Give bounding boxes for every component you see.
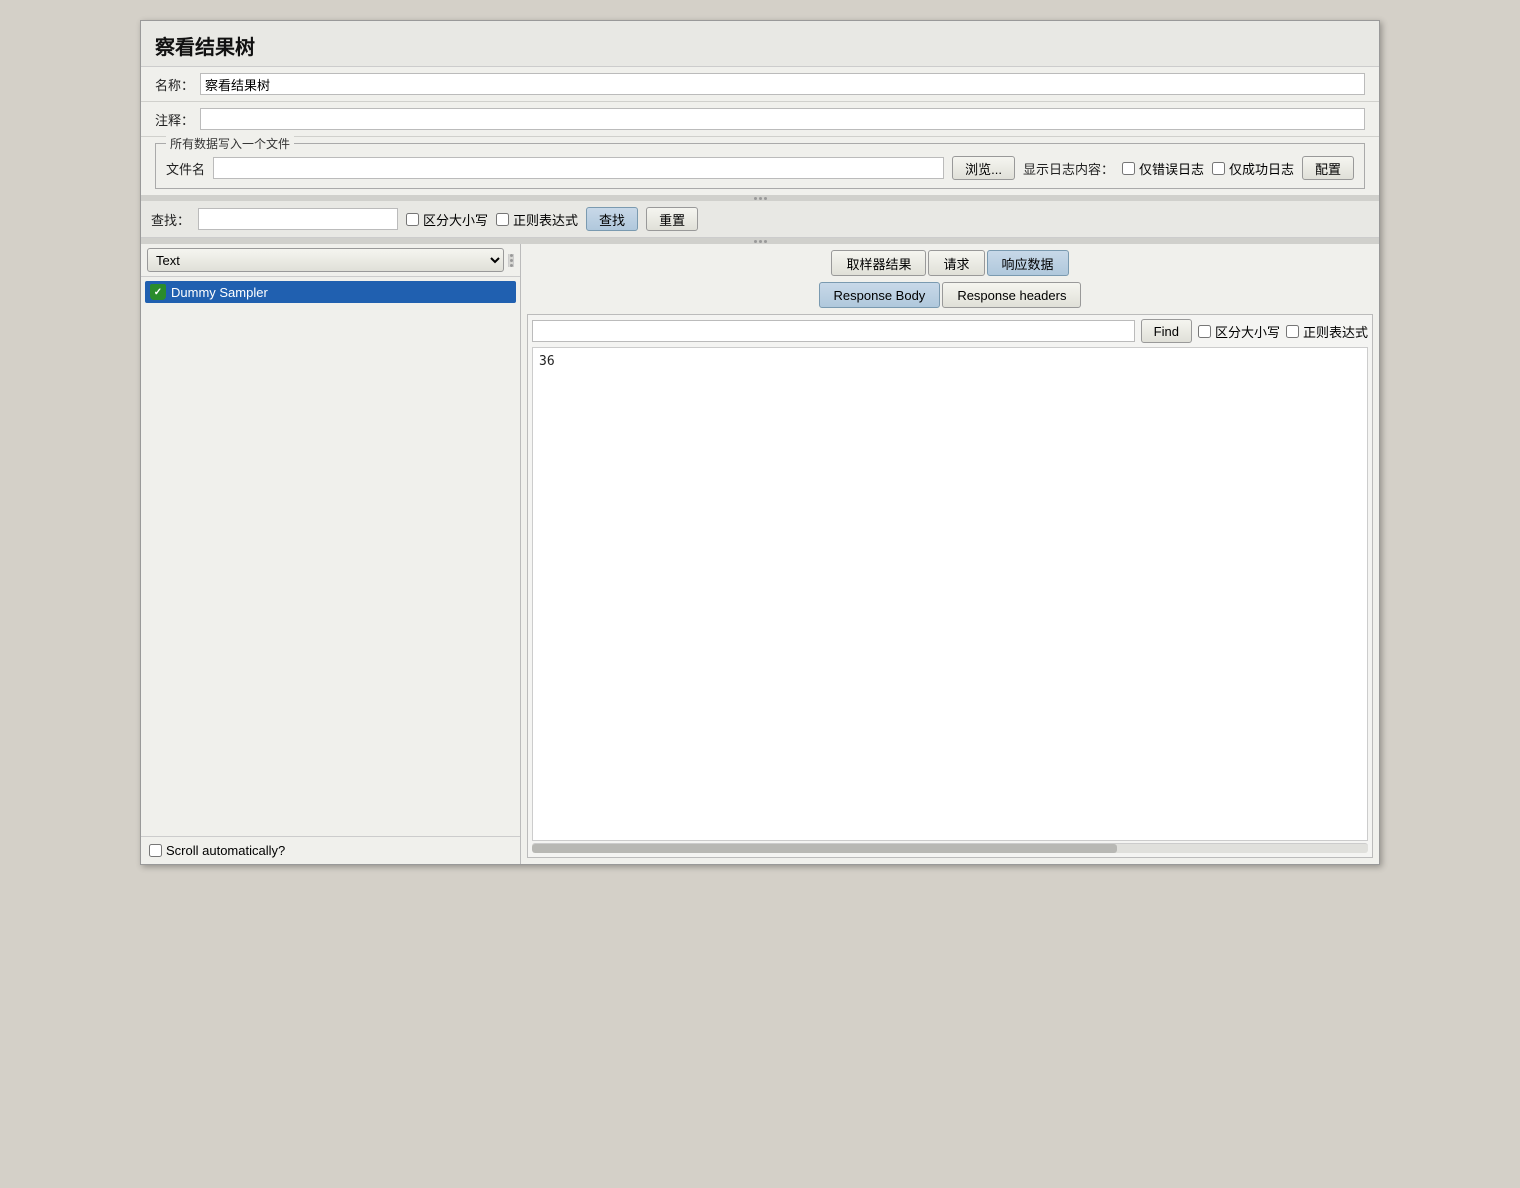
config-button[interactable]: 配置 (1302, 156, 1354, 180)
search-input[interactable] (198, 208, 398, 230)
panel-split-handle[interactable] (508, 254, 514, 267)
horizontal-scrollbar[interactable] (532, 843, 1368, 853)
file-row: 文件名 浏览... 显示日志内容： 仅错误日志 仅成功日志 配置 (166, 152, 1354, 180)
success-log-checkbox[interactable]: 仅成功日志 (1212, 159, 1294, 178)
divider-dot (754, 240, 757, 243)
view-select-wrapper[interactable]: Text HTML JSON XML (147, 248, 504, 272)
case-check[interactable] (406, 213, 419, 226)
file-input[interactable] (213, 157, 944, 179)
browse-button[interactable]: 浏览... (952, 156, 1015, 180)
scroll-auto-check[interactable] (149, 844, 162, 857)
scrollbar-thumb[interactable] (532, 844, 1117, 853)
split-dot (510, 259, 513, 262)
divider-dot (759, 197, 762, 200)
window-title: 察看结果树 (141, 21, 1379, 67)
status-icon (150, 284, 166, 300)
file-group: 所有数据写入一个文件 文件名 浏览... 显示日志内容： 仅错误日志 仅成功日志… (155, 143, 1365, 189)
divider-handle-2 (754, 240, 767, 243)
tab-sampler-result[interactable]: 取样器结果 (831, 250, 926, 276)
search-label: 查找： (151, 210, 190, 229)
scroll-auto-checkbox[interactable]: Scroll automatically? (149, 843, 285, 858)
tree-item[interactable]: Dummy Sampler (145, 281, 516, 303)
regex-checkbox[interactable]: 正则表达式 (496, 210, 578, 229)
divider-dot (764, 197, 767, 200)
window-title-text: 察看结果树 (155, 37, 255, 59)
divider-dot (764, 240, 767, 243)
main-window: 察看结果树 名称： 注释： 所有数据写入一个文件 文件名 浏览... 显示日志内… (140, 20, 1380, 865)
file-label: 文件名 (166, 159, 205, 178)
tree-item-label: Dummy Sampler (171, 285, 268, 300)
scroll-checkbox-row: Scroll automatically? (141, 836, 520, 864)
reset-button[interactable]: 重置 (646, 207, 698, 231)
comment-label: 注释： (155, 110, 194, 129)
right-panel: 取样器结果 请求 响应数据 Response Body Response hea… (521, 244, 1379, 864)
name-input[interactable] (200, 73, 1365, 95)
top-tab-row: 取样器结果 请求 响应数据 (527, 250, 1373, 276)
find-button[interactable]: 查找 (586, 207, 638, 231)
divider-dot (759, 240, 762, 243)
subtab-response-headers[interactable]: Response headers (942, 282, 1081, 308)
comment-input[interactable] (200, 108, 1365, 130)
view-select[interactable]: Text HTML JSON XML (147, 248, 504, 272)
tab-response-data[interactable]: 响应数据 (987, 250, 1069, 276)
error-log-checkbox[interactable]: 仅错误日志 (1122, 159, 1204, 178)
group-legend: 所有数据写入一个文件 (166, 135, 294, 152)
content-area: Text HTML JSON XML Dummy (141, 244, 1379, 864)
error-log-check[interactable] (1122, 162, 1135, 175)
tree-area[interactable]: Dummy Sampler (141, 277, 520, 836)
log-label: 显示日志内容： (1023, 159, 1114, 178)
inner-regex-checkbox[interactable]: 正则表达式 (1286, 322, 1368, 341)
inner-find-button[interactable]: Find (1141, 319, 1192, 343)
tab-request[interactable]: 请求 (928, 250, 984, 276)
scroll-auto-label: Scroll automatically? (166, 843, 285, 858)
subtab-response-body[interactable]: Response Body (819, 282, 941, 308)
divider-handle-1 (754, 197, 767, 200)
left-panel: Text HTML JSON XML Dummy (141, 244, 521, 864)
body-content: 36 (539, 354, 555, 369)
shield-icon (149, 283, 167, 301)
left-toolbar: Text HTML JSON XML (141, 244, 520, 277)
find-row: Find 区分大小写 正则表达式 (532, 319, 1368, 343)
sub-tab-row: Response Body Response headers (527, 282, 1373, 308)
inner-case-check[interactable] (1198, 325, 1211, 338)
name-row: 名称： (141, 67, 1379, 102)
response-body-text: 36 (532, 347, 1368, 841)
inner-regex-check[interactable] (1286, 325, 1299, 338)
divider-dot (754, 197, 757, 200)
case-checkbox[interactable]: 区分大小写 (406, 210, 488, 229)
response-inner: Find 区分大小写 正则表达式 36 (527, 314, 1373, 858)
name-label: 名称： (155, 75, 194, 94)
success-log-check[interactable] (1212, 162, 1225, 175)
split-dot (510, 264, 513, 267)
search-bar: 查找： 区分大小写 正则表达式 查找 重置 (141, 201, 1379, 238)
split-dot (510, 254, 513, 257)
comment-row: 注释： (141, 102, 1379, 137)
inner-case-checkbox[interactable]: 区分大小写 (1198, 322, 1280, 341)
regex-check[interactable] (496, 213, 509, 226)
find-input[interactable] (532, 320, 1135, 342)
